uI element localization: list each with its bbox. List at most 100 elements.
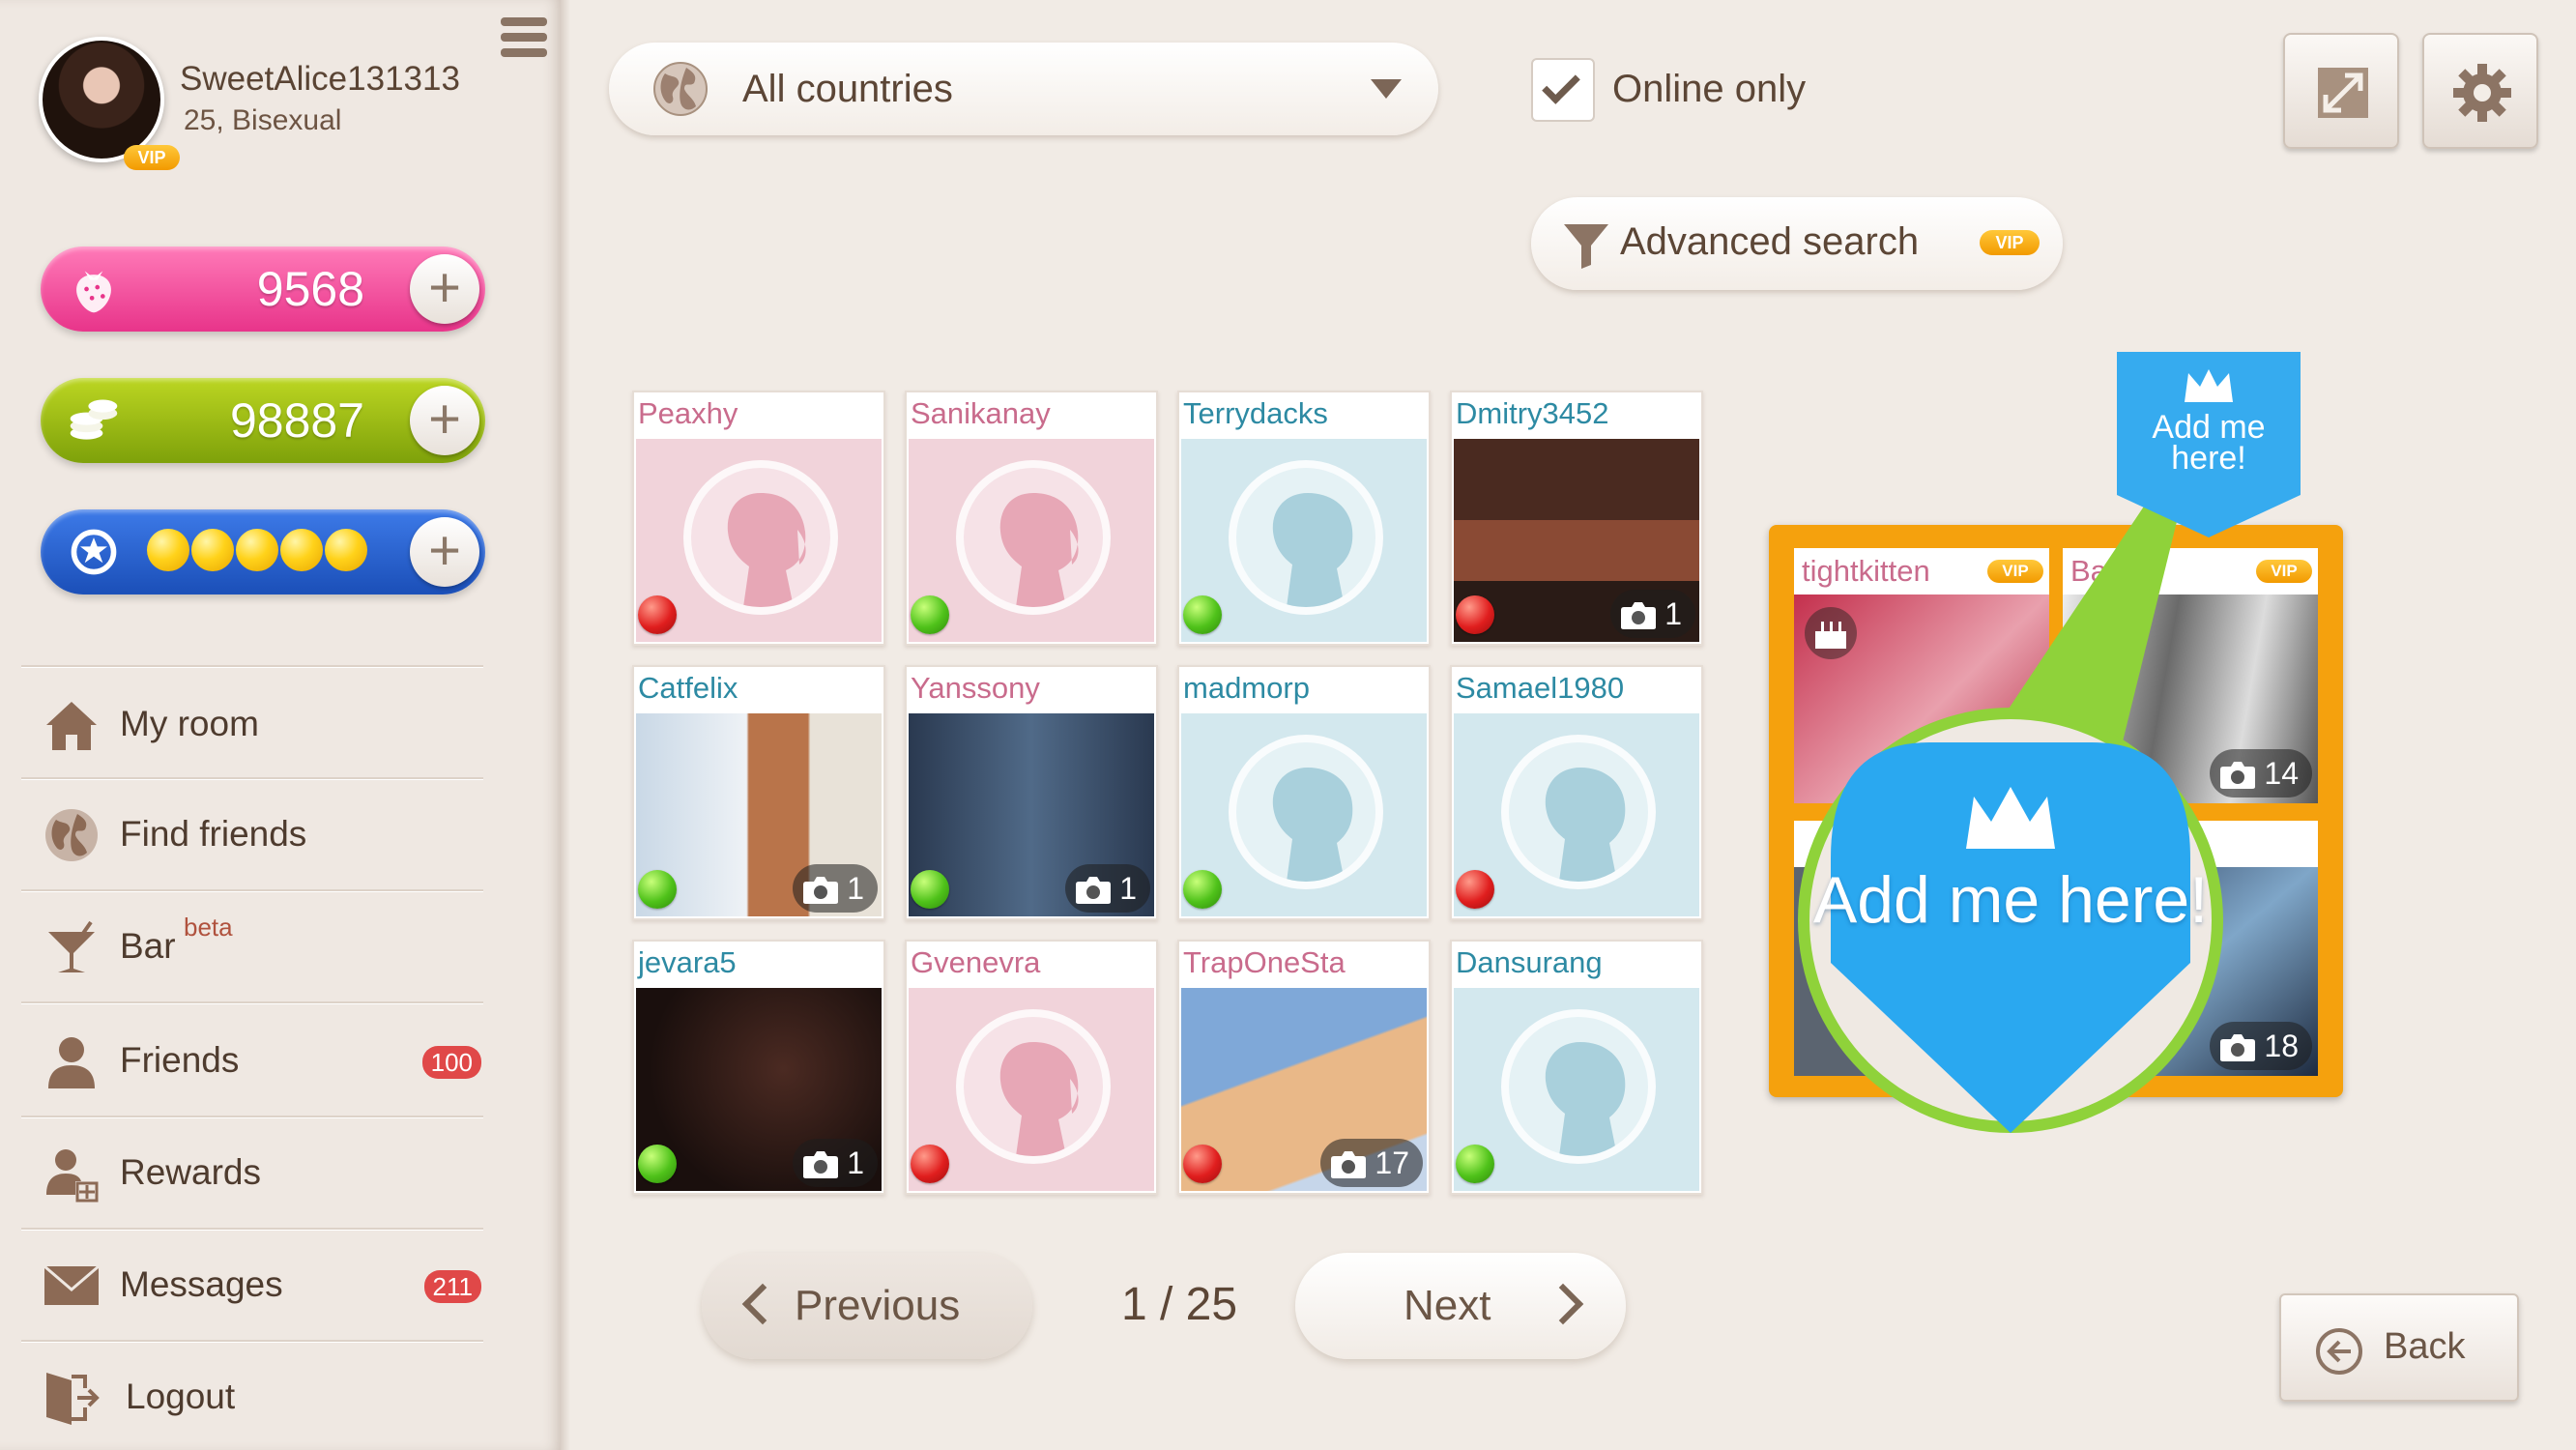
user-card-terrydacks[interactable]: Terrydacks	[1177, 391, 1431, 646]
friends-count-badge: 100	[421, 1046, 481, 1079]
expand-icon	[2318, 68, 2368, 118]
online-status-icon	[1456, 1145, 1494, 1183]
token-dot	[191, 529, 234, 571]
fullscreen-button[interactable]	[2283, 33, 2399, 149]
nav-item-rewards[interactable]: Rewards	[21, 1117, 483, 1226]
online-status-icon	[1183, 595, 1222, 634]
globe-icon	[653, 62, 708, 116]
photo-count: 1	[793, 864, 878, 913]
user-name: Samael1980	[1456, 671, 1625, 705]
country-select[interactable]: All countries	[609, 43, 1438, 135]
user-name: jevara5	[638, 945, 737, 979]
nav-item-find-friends[interactable]: Find friends	[21, 779, 483, 887]
add-strawberries-button[interactable]: +	[410, 254, 479, 324]
user-card-dmitry3452[interactable]: Dmitry3452 1	[1450, 391, 1703, 646]
back-arrow-icon	[2316, 1328, 2362, 1375]
nav-item-friends[interactable]: Friends 100	[21, 1005, 483, 1114]
advanced-search-label: Advanced search	[1620, 220, 1920, 263]
add-tokens-button[interactable]: +	[410, 517, 479, 587]
user-name: Dansurang	[1456, 945, 1603, 979]
user-card-madmorp[interactable]: madmorp	[1177, 665, 1431, 920]
female-silhouette-icon	[683, 460, 838, 615]
user-name: Gvenevra	[911, 945, 1041, 979]
user-card-jevara5[interactable]: jevara5 1	[632, 940, 885, 1195]
nav-label: Messages	[120, 1264, 283, 1304]
user-name: Sanikanay	[911, 396, 1051, 430]
camera-icon	[1076, 877, 1112, 904]
nav-label: Friends	[120, 1040, 240, 1080]
hamburger-menu-icon[interactable]	[501, 17, 549, 68]
nav-item-my-room[interactable]: My room	[21, 669, 483, 777]
next-page-button[interactable]: Next	[1295, 1253, 1626, 1359]
user-name: madmorp	[1183, 671, 1310, 705]
online-status-icon	[911, 870, 949, 909]
nav-item-bar[interactable]: Bar beta	[21, 891, 483, 1000]
user-card-sanikanay[interactable]: Sanikanay	[905, 391, 1158, 646]
add-me-here-bubble-text: Add me here!	[1812, 863, 2209, 937]
add-me-here-tab-text: Add me here!	[2152, 409, 2266, 477]
sidebar: VIP SweetAlice131313 25, Bisexual 9568 +…	[0, 0, 561, 1450]
user-subtitle: 25, Bisexual	[184, 104, 342, 136]
username[interactable]: SweetAlice131313	[180, 60, 460, 99]
back-button[interactable]: Back	[2279, 1293, 2519, 1402]
checkmark-icon	[1542, 66, 1580, 104]
coin-count: 98887	[229, 393, 364, 448]
photo-count: 17	[1320, 1139, 1423, 1187]
offline-status-icon	[1183, 1145, 1222, 1183]
coin-balance: 98887 +	[41, 378, 485, 463]
nav-divider	[21, 1001, 483, 1003]
beta-tag: beta	[184, 913, 233, 942]
female-silhouette-icon	[956, 1009, 1111, 1164]
online-only-label[interactable]: Online only	[1612, 68, 1806, 111]
token-dot	[325, 529, 367, 571]
add-me-here-bubble[interactable]: Add me here!	[1794, 704, 2227, 1137]
token-balance: +	[41, 509, 485, 594]
male-silhouette-icon	[1501, 735, 1656, 889]
photo-count: 1	[1065, 864, 1150, 913]
sidebar-edge	[561, 0, 570, 1450]
token-dot	[147, 529, 189, 571]
user-card-gvenevra[interactable]: Gvenevra	[905, 940, 1158, 1195]
user-card-dansurang[interactable]: Dansurang	[1450, 940, 1703, 1195]
page-indicator: 1 / 25	[1120, 1279, 1238, 1330]
add-me-here-tab[interactable]: Add me here!	[2113, 352, 2304, 537]
user-name: Dmitry3452	[1456, 396, 1609, 430]
next-label: Next	[1404, 1282, 1491, 1329]
strawberry-count: 9568	[256, 262, 364, 316]
previous-page-button[interactable]: Previous	[702, 1253, 1032, 1359]
advanced-search-button[interactable]: Advanced search VIP	[1531, 197, 2063, 290]
add-coins-button[interactable]: +	[410, 386, 479, 455]
nav-item-logout[interactable]: Logout	[21, 1342, 483, 1450]
nav-label: Rewards	[120, 1152, 261, 1192]
nav-label: Bar	[120, 926, 176, 966]
nav-label: My room	[120, 704, 259, 743]
token-badge-icon	[71, 529, 117, 575]
camera-icon	[1621, 602, 1657, 629]
online-status-icon	[1183, 870, 1222, 909]
nav-item-messages[interactable]: Messages 211	[21, 1230, 483, 1338]
house-icon	[46, 702, 97, 750]
avatar[interactable]	[39, 37, 164, 162]
online-only-checkbox[interactable]	[1531, 58, 1595, 122]
camera-icon	[803, 877, 839, 904]
user-card-peaxhy[interactable]: Peaxhy	[632, 391, 885, 646]
user-name: Catfelix	[638, 671, 738, 705]
user-card-samael1980[interactable]: Samael1980	[1450, 665, 1703, 920]
globe-icon	[45, 809, 98, 861]
vip-badge: VIP	[1980, 230, 2040, 255]
settings-button[interactable]	[2422, 33, 2538, 149]
chevron-right-icon	[1542, 1283, 1584, 1325]
user-card-catfelix[interactable]: Catfelix 1	[632, 665, 885, 920]
birthday-cake-icon	[1805, 607, 1857, 659]
female-silhouette-icon	[956, 460, 1111, 615]
country-select-value: All countries	[742, 68, 953, 110]
back-label: Back	[2384, 1326, 2466, 1367]
logout-door-icon	[46, 1373, 100, 1425]
user-card-traponesta[interactable]: TrapOneSta 17	[1177, 940, 1431, 1195]
chevron-left-icon	[741, 1283, 784, 1325]
nav-divider	[21, 665, 483, 667]
offline-status-icon	[1456, 870, 1494, 909]
messages-count-badge: 211	[423, 1270, 481, 1303]
user-name: Terrydacks	[1183, 396, 1328, 430]
user-card-yanssony[interactable]: Yanssony 1	[905, 665, 1158, 920]
